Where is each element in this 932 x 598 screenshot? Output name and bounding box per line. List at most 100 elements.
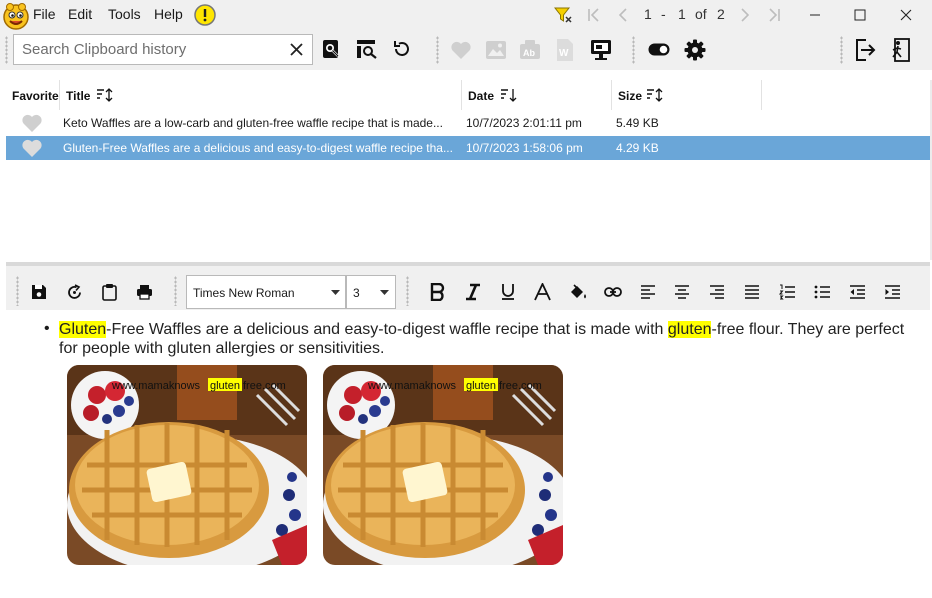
word-icon[interactable]: W bbox=[555, 38, 575, 62]
link-icon[interactable] bbox=[604, 286, 622, 298]
search-highlight: Gluten bbox=[59, 321, 107, 338]
exit-icon[interactable] bbox=[889, 38, 911, 62]
text-icon[interactable]: Ab bbox=[519, 39, 541, 61]
table-row[interactable]: Keto Waffles are a low-carb and gluten-f… bbox=[6, 111, 930, 135]
svg-text:free.com: free.com bbox=[243, 380, 286, 392]
toolbar-grip[interactable] bbox=[436, 36, 439, 64]
justify-icon[interactable] bbox=[744, 284, 760, 300]
page-end: 1 bbox=[678, 6, 686, 22]
svg-text:www.mamaknows: www.mamaknows bbox=[111, 380, 201, 392]
print-icon[interactable] bbox=[136, 284, 153, 300]
font-color-icon[interactable] bbox=[534, 283, 551, 301]
next-page-icon[interactable] bbox=[736, 7, 752, 23]
logout-icon[interactable] bbox=[854, 38, 876, 62]
bullet-list-icon[interactable] bbox=[814, 284, 831, 300]
column-header-label: Date bbox=[468, 89, 495, 103]
sort-icon[interactable] bbox=[646, 88, 664, 102]
align-right-icon[interactable] bbox=[709, 284, 725, 300]
menu-file[interactable]: File bbox=[33, 6, 56, 22]
paragraph-text: -Free Waffles are a delicious and easy-t… bbox=[106, 321, 668, 338]
editor-content[interactable]: • Gluten-Free Waffles are a delicious an… bbox=[6, 310, 930, 598]
close-icon[interactable] bbox=[899, 8, 913, 22]
menu-edit[interactable]: Edit bbox=[68, 6, 92, 22]
row-size: 4.29 KB bbox=[616, 141, 659, 155]
search-input[interactable] bbox=[14, 35, 284, 64]
title-bar: File Edit Tools Help 1 - 1 of 2 bbox=[0, 0, 932, 30]
paste-icon[interactable] bbox=[102, 283, 117, 301]
screen-icon[interactable] bbox=[590, 39, 612, 61]
column-header-label: Favorite bbox=[12, 89, 59, 103]
font-family-select[interactable]: Times New Roman bbox=[186, 275, 346, 309]
outdent-icon[interactable] bbox=[849, 284, 866, 300]
waffle-image[interactable]: www.mamaknows gluten free.com bbox=[323, 365, 563, 565]
row-size: 5.49 KB bbox=[616, 116, 659, 130]
toolbar-grip[interactable] bbox=[406, 276, 409, 306]
svg-text:gluten: gluten bbox=[466, 380, 496, 392]
editor-paragraph[interactable]: Gluten-Free Waffles are a delicious and … bbox=[59, 320, 919, 358]
row-date: 10/7/2023 1:58:06 pm bbox=[466, 141, 583, 155]
column-header-label: Title bbox=[66, 89, 91, 103]
menu-tools[interactable]: Tools bbox=[108, 6, 141, 22]
save-icon[interactable] bbox=[31, 284, 47, 300]
reload-icon[interactable] bbox=[66, 284, 83, 301]
column-header-date[interactable]: Date bbox=[462, 80, 612, 110]
align-left-icon[interactable] bbox=[640, 284, 656, 300]
chevron-down-icon[interactable] bbox=[331, 290, 340, 296]
indent-icon[interactable] bbox=[884, 284, 901, 300]
table-row[interactable]: Gluten-Free Waffles are a delicious and … bbox=[6, 136, 930, 160]
alert-icon[interactable] bbox=[193, 3, 217, 27]
font-size-value: 3 bbox=[353, 286, 360, 300]
favorite-heart-icon[interactable] bbox=[21, 113, 43, 133]
chevron-down-icon[interactable] bbox=[380, 290, 389, 296]
column-header-favorite[interactable]: Favorite bbox=[6, 80, 60, 110]
toggle-icon[interactable] bbox=[648, 43, 670, 56]
image-icon[interactable] bbox=[485, 40, 507, 60]
toolbar-grip[interactable] bbox=[174, 276, 177, 306]
svg-text:gluten: gluten bbox=[210, 380, 240, 392]
column-header-size[interactable]: Size bbox=[612, 80, 762, 110]
gear-icon[interactable] bbox=[684, 39, 706, 61]
maximize-icon[interactable] bbox=[853, 8, 867, 22]
first-page-icon[interactable] bbox=[586, 7, 602, 23]
search-highlight: gluten bbox=[667, 321, 712, 338]
toolbar-grip[interactable] bbox=[632, 36, 635, 64]
page-of: of bbox=[695, 6, 707, 22]
waffle-image[interactable]: www.mamaknows gluten free.com bbox=[67, 365, 307, 565]
minimize-icon[interactable] bbox=[808, 8, 822, 22]
sort-icon[interactable] bbox=[96, 88, 114, 102]
advanced-search-icon[interactable] bbox=[356, 39, 378, 59]
refresh-icon[interactable] bbox=[392, 39, 412, 59]
row-title: Gluten-Free Waffles are a delicious and … bbox=[63, 141, 453, 155]
app-logo-icon bbox=[2, 2, 30, 30]
last-page-icon[interactable] bbox=[766, 7, 782, 23]
svg-text:W: W bbox=[559, 48, 569, 59]
toolbar-grip[interactable] bbox=[5, 36, 8, 64]
row-date: 10/7/2023 2:01:11 pm bbox=[466, 116, 582, 130]
svg-text:Ab: Ab bbox=[523, 48, 535, 58]
italic-icon[interactable] bbox=[465, 283, 481, 301]
numbered-list-icon[interactable] bbox=[779, 284, 796, 300]
clear-search-icon[interactable] bbox=[289, 42, 304, 57]
align-center-icon[interactable] bbox=[674, 284, 690, 300]
svg-text:free.com: free.com bbox=[499, 380, 542, 392]
column-header-title[interactable]: Title bbox=[60, 80, 462, 110]
menu-help[interactable]: Help bbox=[154, 6, 183, 22]
favorite-icon[interactable] bbox=[450, 40, 472, 60]
bold-icon[interactable] bbox=[430, 283, 446, 301]
toolbar-grip[interactable] bbox=[840, 36, 843, 64]
page-start: 1 bbox=[644, 6, 652, 22]
search-icon[interactable] bbox=[322, 39, 342, 59]
page-total: 2 bbox=[717, 6, 725, 22]
font-size-select[interactable]: 3 bbox=[346, 275, 396, 309]
toolbar-grip[interactable] bbox=[16, 276, 19, 306]
row-title: Keto Waffles are a low-carb and gluten-f… bbox=[63, 116, 443, 130]
filter-icon[interactable] bbox=[554, 6, 572, 24]
bullet-marker: • bbox=[44, 320, 50, 337]
prev-page-icon[interactable] bbox=[616, 7, 632, 23]
history-list: Favorite Title Date Size Keto Waffles ar… bbox=[6, 80, 930, 260]
underline-icon[interactable] bbox=[500, 283, 516, 301]
fill-color-icon[interactable] bbox=[568, 283, 587, 301]
sort-icon[interactable] bbox=[500, 88, 518, 102]
favorite-heart-icon[interactable] bbox=[21, 138, 43, 158]
search-box[interactable] bbox=[13, 34, 313, 65]
